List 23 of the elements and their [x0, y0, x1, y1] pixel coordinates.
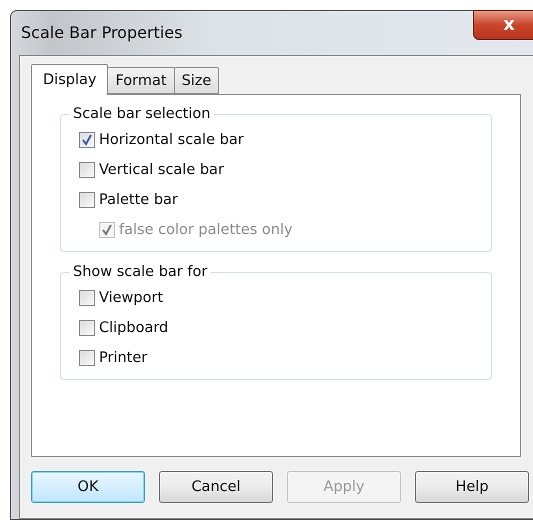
checkbox-label: Viewport [99, 290, 164, 306]
checkmark-icon [81, 134, 93, 146]
checkbox-label: Vertical scale bar [99, 162, 224, 178]
tab[interactable]: Format [107, 67, 175, 94]
checkbox-label: Printer [99, 350, 148, 366]
checkbox-label: Clipboard [99, 320, 168, 336]
checkmark-icon [101, 224, 113, 236]
dialog-button[interactable]: Help [415, 471, 529, 503]
checkbox-label: Horizontal scale bar [99, 132, 244, 148]
checkbox[interactable] [79, 162, 95, 178]
window-title: Scale Bar Properties [21, 23, 182, 42]
checkbox-label: Palette bar [99, 192, 178, 208]
checkbox[interactable] [79, 290, 95, 306]
checkbox-label: false color palettes only [119, 222, 293, 238]
dialog-button[interactable]: Cancel [159, 471, 273, 503]
checkbox[interactable] [79, 320, 95, 336]
tab[interactable]: Size [174, 67, 220, 94]
checkbox[interactable] [79, 132, 95, 148]
dialog-button[interactable]: OK [31, 471, 145, 503]
close-button[interactable]: x [473, 10, 533, 40]
tab[interactable]: Display [31, 64, 108, 95]
checkbox[interactable] [79, 192, 95, 208]
checkbox[interactable] [79, 350, 95, 366]
